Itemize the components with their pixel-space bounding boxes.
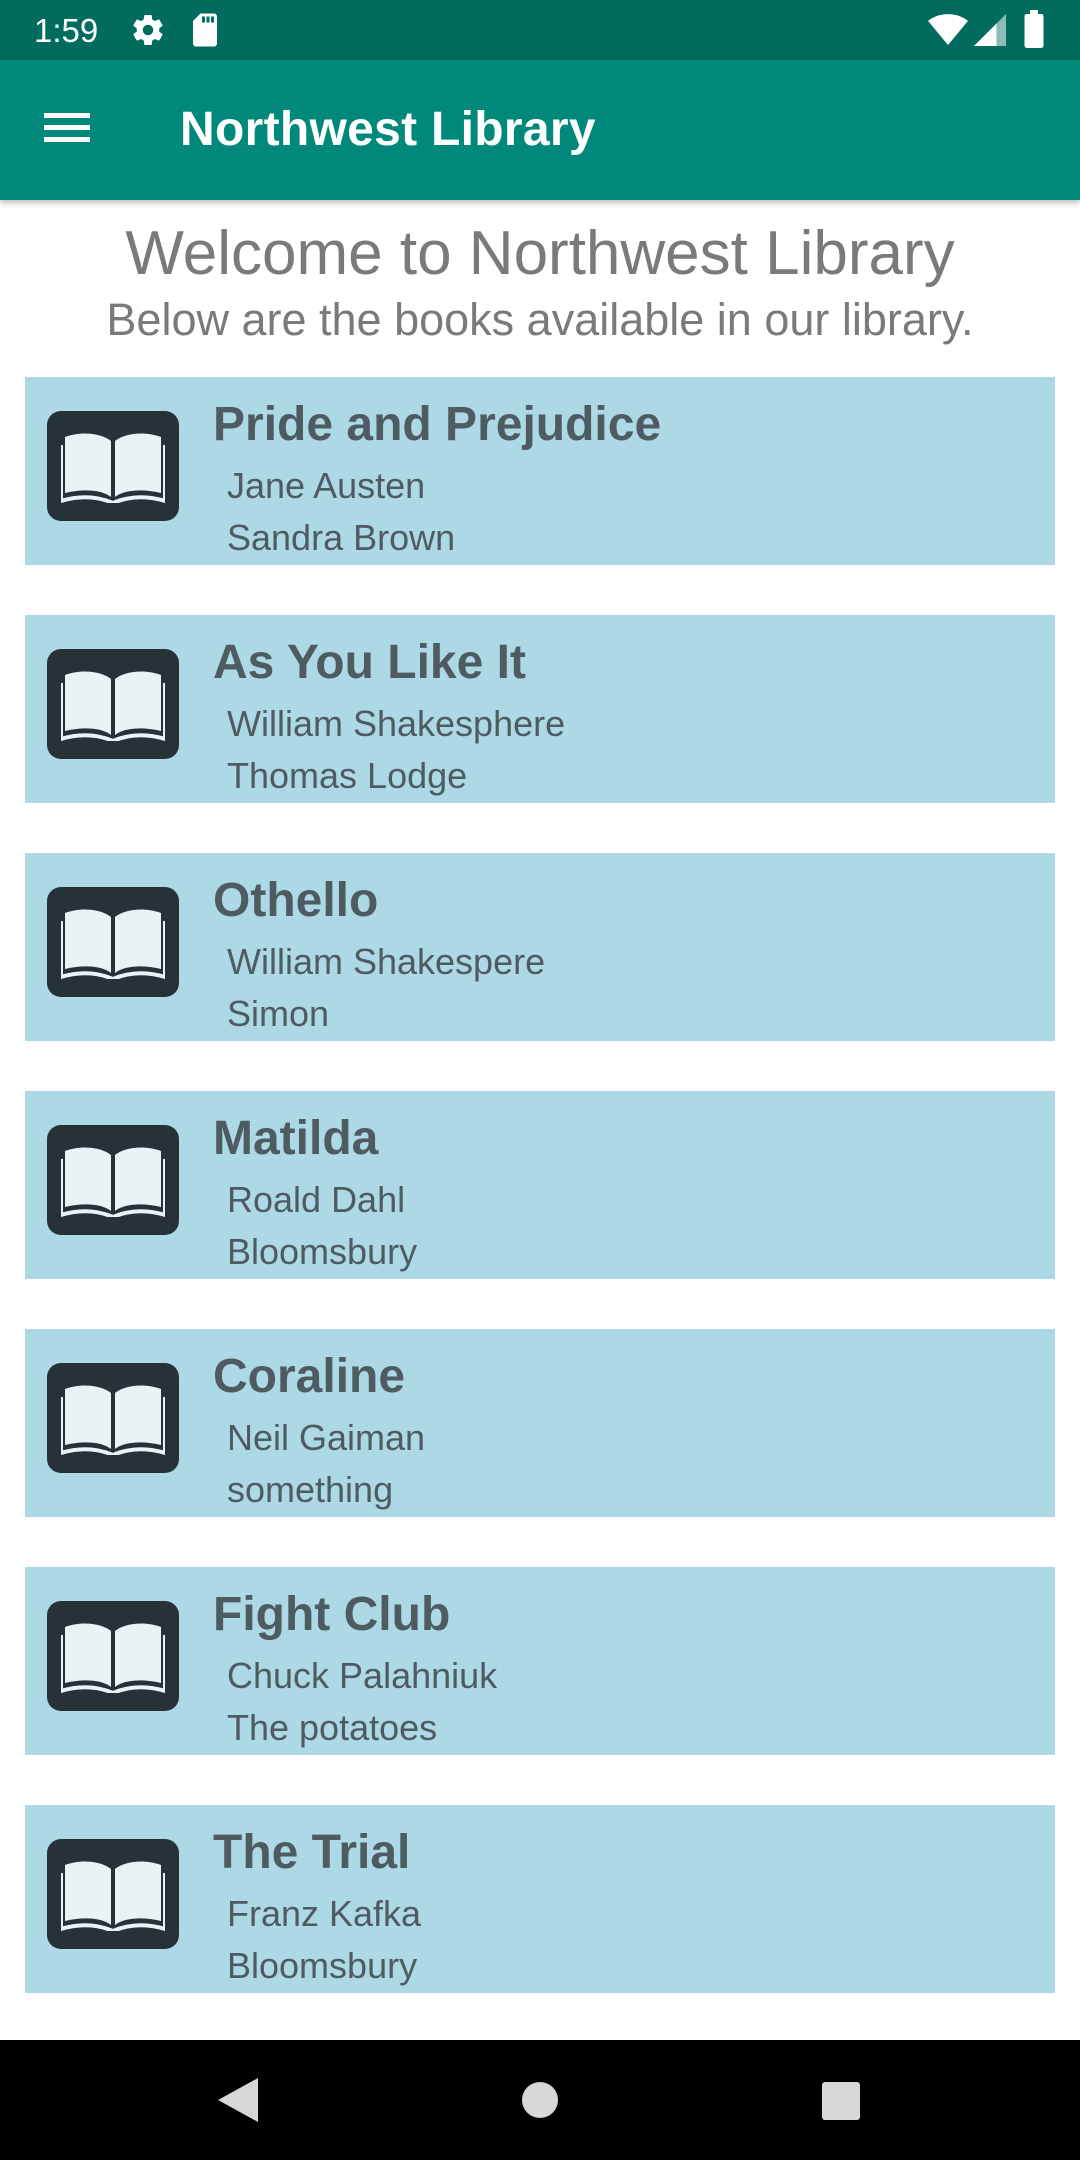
status-time: 1:59	[34, 12, 99, 49]
book-author: Roald Dahl	[227, 1179, 406, 1220]
book-icon	[47, 649, 179, 759]
book-icon	[47, 1839, 179, 1949]
book-title: Fight Club	[213, 1588, 451, 1641]
book-card[interactable]: Pride and Prejudice Jane Austen Sandra B…	[25, 377, 1055, 565]
book-author: William Shakespere	[227, 941, 546, 982]
book-title: The Trial	[213, 1826, 411, 1879]
book-author: Jane Austen	[227, 465, 426, 506]
book-title: Othello	[213, 874, 379, 927]
book-card[interactable]: Coraline Neil Gaiman something	[25, 1329, 1055, 1517]
book-icon	[47, 887, 179, 997]
book-card[interactable]: The Trial Franz Kafka Bloomsbury	[25, 1805, 1055, 1993]
back-icon[interactable]	[218, 2078, 258, 2122]
book-publisher: Sandra Brown	[227, 517, 456, 558]
gear-icon	[133, 15, 163, 46]
app-title: Northwest Library	[180, 103, 596, 156]
navigation-bar	[0, 2040, 1080, 2160]
book-publisher: Simon	[227, 993, 330, 1034]
book-card[interactable]: As You Like It William Shakesphere Thoma…	[25, 615, 1055, 803]
book-publisher: Thomas Lodge	[227, 755, 468, 796]
home-icon[interactable]	[522, 2082, 558, 2118]
signal-icon	[974, 14, 1006, 46]
welcome-subtitle: Below are the books available in our lib…	[106, 294, 974, 345]
book-title: As You Like It	[213, 636, 526, 689]
menu-icon[interactable]	[42, 106, 94, 154]
book-icon	[47, 1125, 179, 1235]
book-title: Coraline	[213, 1350, 406, 1403]
book-icon	[47, 411, 179, 521]
sd-card-icon	[193, 13, 217, 47]
status-bar: 1:59	[0, 0, 1080, 60]
wifi-icon	[928, 14, 968, 45]
book-card[interactable]: Othello William Shakespere Simon	[25, 853, 1055, 1041]
book-title: Matilda	[213, 1112, 379, 1165]
book-author: Neil Gaiman	[227, 1417, 426, 1458]
book-publisher: Bloomsbury	[227, 1231, 418, 1272]
book-publisher: something	[227, 1469, 394, 1510]
book-title: Pride and Prejudice	[213, 398, 662, 451]
book-list: Pride and Prejudice Jane Austen Sandra B…	[25, 377, 1055, 2043]
book-card[interactable]: Matilda Roald Dahl Bloomsbury	[25, 1091, 1055, 1279]
recents-icon[interactable]	[822, 2082, 860, 2120]
welcome-title: Welcome to Northwest Library	[125, 219, 955, 288]
book-icon	[47, 1601, 179, 1711]
book-author: Franz Kafka	[227, 1893, 422, 1934]
book-icon	[47, 1363, 179, 1473]
book-publisher: The potatoes	[227, 1707, 438, 1748]
app-bar: Northwest Library	[0, 60, 1080, 200]
book-card[interactable]: Fight Club Chuck Palahniuk The potatoes	[25, 1567, 1055, 1755]
book-publisher: Bloomsbury	[227, 1945, 418, 1986]
book-author: Chuck Palahniuk	[227, 1655, 498, 1696]
battery-icon	[1024, 10, 1044, 48]
book-author: William Shakesphere	[227, 703, 566, 744]
